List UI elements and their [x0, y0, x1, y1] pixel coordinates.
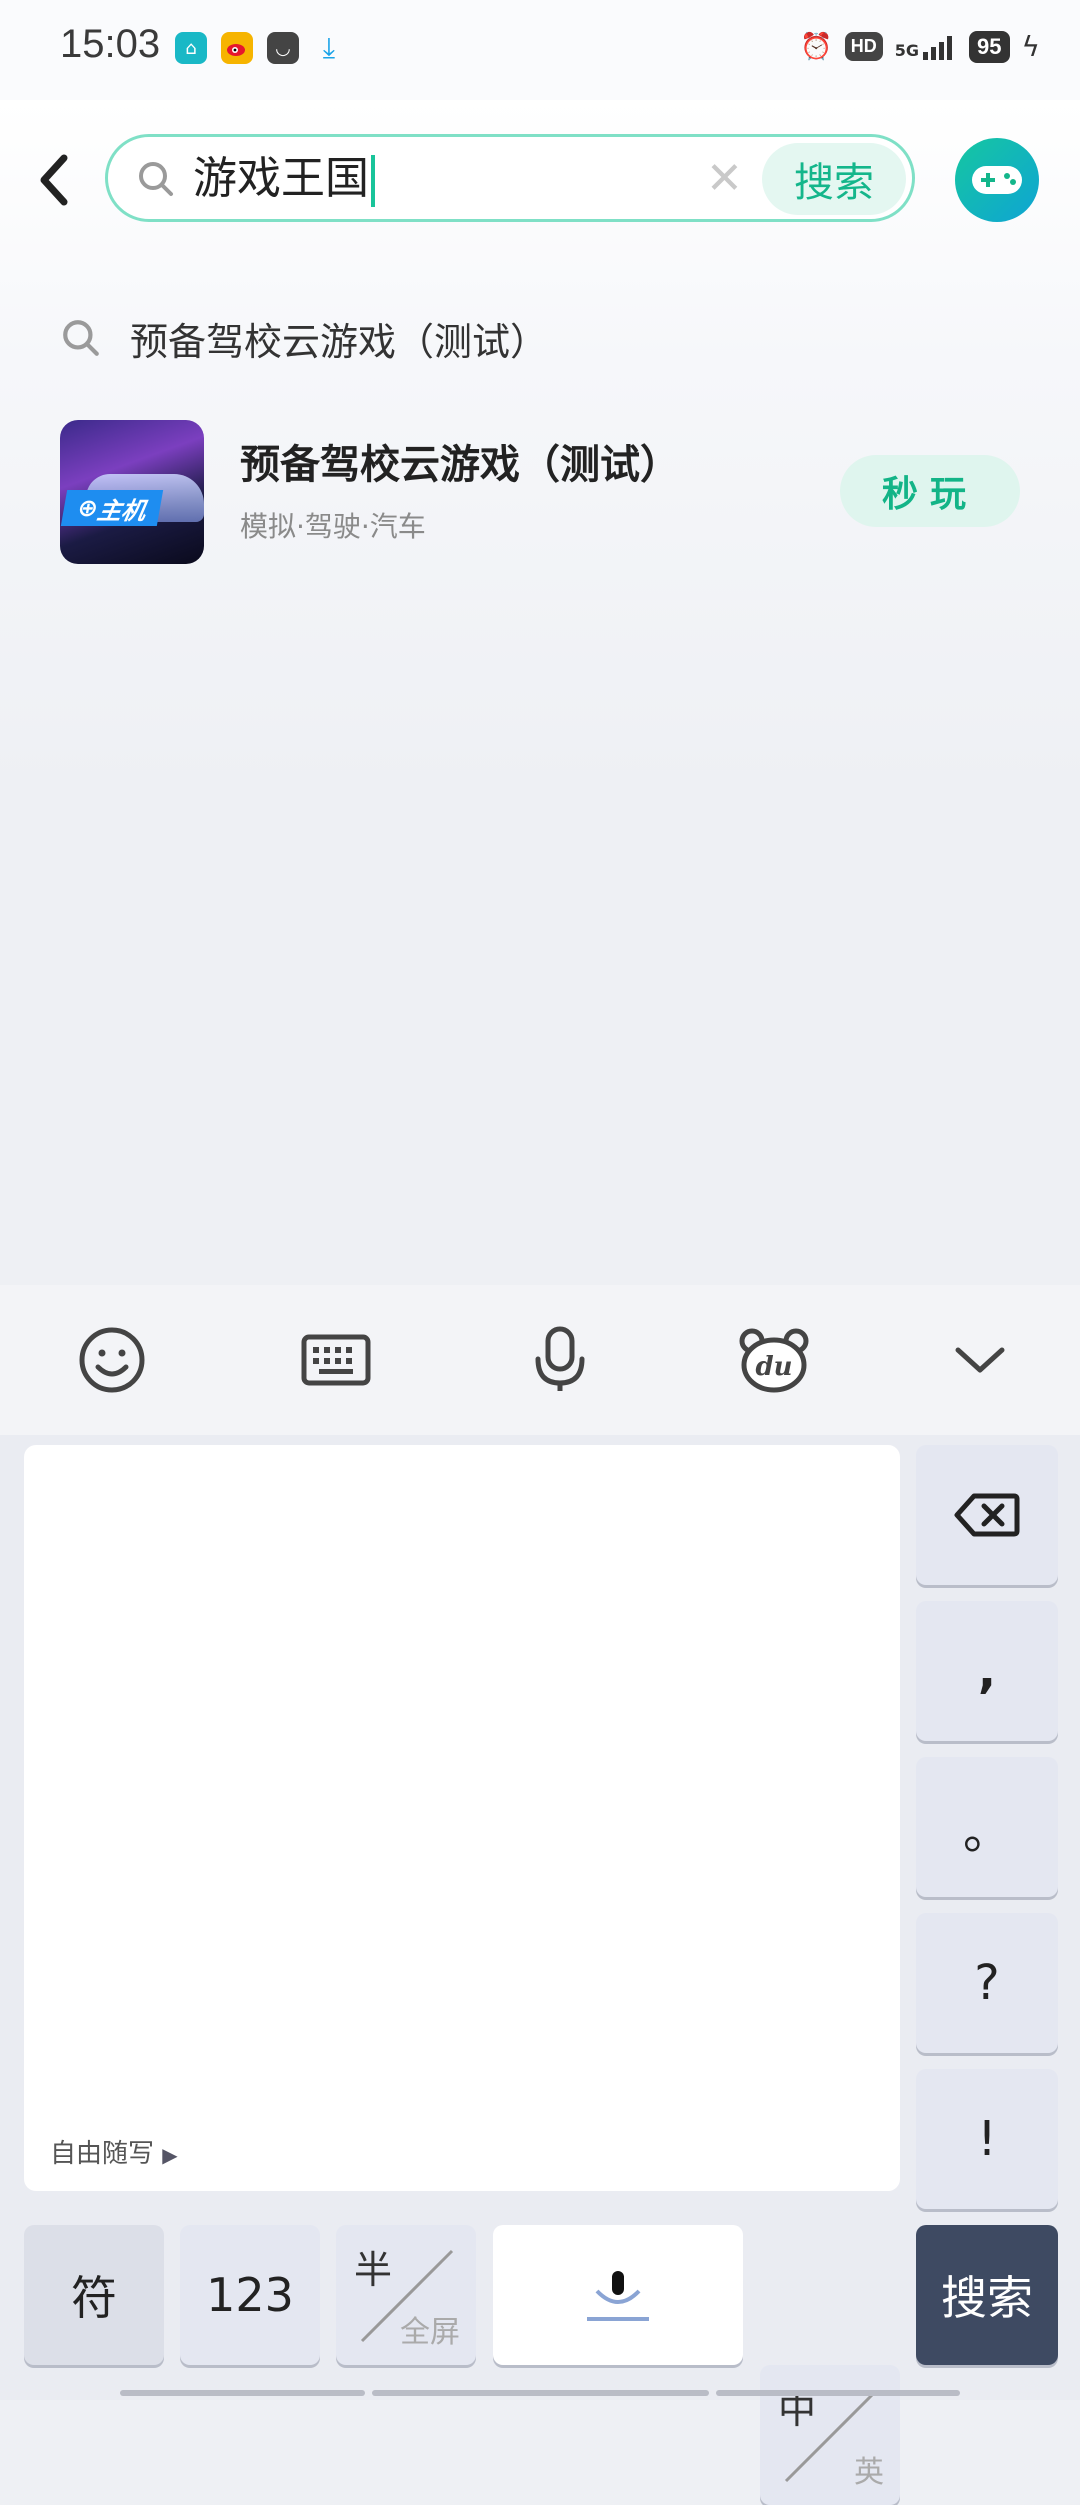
clear-icon[interactable]: ✕ [706, 151, 743, 207]
suggestion-text: 预备驾校云游戏（测试） [130, 319, 549, 364]
space-key[interactable] [493, 2225, 743, 2365]
search-bar[interactable]: 游戏王国 ✕ 搜索 [105, 134, 915, 222]
keyboard-toolbar: du [0, 1285, 1080, 1435]
charging-icon: ϟ [1021, 30, 1040, 63]
collapse-chevron-icon[interactable] [940, 1320, 1020, 1400]
alarm-icon: ⏰ [800, 31, 833, 62]
search-input[interactable]: 游戏王国 [193, 151, 375, 207]
status-time: 15:03 [60, 22, 161, 66]
du-bear-icon[interactable]: du [734, 1320, 814, 1400]
exclamation-key[interactable]: ! [916, 2069, 1058, 2209]
svg-text:du: du [755, 1352, 792, 1382]
game-tags: 模拟·驾驶·汽车 [240, 510, 426, 543]
free-write-hint[interactable]: 自由随写 ▶ [50, 2133, 178, 2170]
gesture-bar-segment [716, 2390, 960, 2396]
system-icons: ⏰ HD 5G 95 ϟ [800, 30, 1040, 63]
half-full-width-key[interactable]: 半 全屏 [336, 2225, 476, 2365]
back-arrow-icon [40, 154, 68, 206]
bag-icon: ◡ [267, 32, 299, 64]
console-badge: ⊕ 主机 [60, 490, 164, 526]
emoji-icon[interactable] [72, 1320, 152, 1400]
gesture-bar [0, 2390, 1080, 2400]
comma-key[interactable]: , [916, 1601, 1058, 1741]
gamepad-icon [972, 166, 1022, 194]
period-key[interactable]: 。 [916, 1757, 1058, 1897]
game-center-button[interactable] [955, 138, 1039, 222]
game-title[interactable]: 预备驾校云游戏（测试） [240, 432, 680, 490]
download-icon: ⤓ [322, 31, 336, 64]
weibo-icon [221, 32, 253, 64]
status-bar: 15:03 ⌂ ◡ ⤓ ⏰ HD 5G 95 ϟ [0, 0, 1080, 100]
search-key[interactable]: 搜索 [916, 2225, 1058, 2365]
page-background [0, 100, 1080, 1285]
search-icon [139, 162, 173, 196]
backspace-key[interactable] [916, 1445, 1058, 1585]
battery-icon: 95 [969, 30, 1010, 63]
home-app-icon: ⌂ [175, 32, 207, 64]
gesture-bar-segment [120, 2390, 365, 2396]
play-triangle-icon: ▶ [162, 2143, 178, 2167]
keyboard-icon[interactable] [296, 1320, 376, 1400]
hd-icon: HD [844, 32, 883, 61]
search-button[interactable]: 搜索 [762, 143, 906, 215]
handwriting-pad[interactable]: 自由随写 ▶ [24, 1445, 900, 2191]
signal-5g-icon: 5G [895, 34, 957, 60]
back-button[interactable] [34, 150, 74, 210]
backspace-icon [954, 1493, 1020, 1537]
game-thumbnail[interactable]: ⊕ 主机 [60, 420, 204, 564]
language-switch-key[interactable]: 中 英 [760, 2365, 900, 2505]
notification-icons: ⌂ ◡ ⤓ [175, 31, 345, 64]
search-icon [63, 320, 99, 356]
question-key[interactable]: ? [916, 1913, 1058, 2053]
input-method-keyboard: du 自由随写 ▶ , 。 ? ! 符 123 半 全屏 中 英 搜索 [0, 1285, 1080, 2505]
number-key[interactable]: 123 [180, 2225, 320, 2365]
instant-play-button[interactable]: 秒玩 [840, 455, 1020, 527]
symbol-key[interactable]: 符 [24, 2225, 164, 2365]
text-caret [371, 155, 375, 207]
search-suggestion[interactable]: 预备驾校云游戏（测试） [60, 308, 548, 368]
gesture-bar-segment [372, 2390, 709, 2396]
microphone-icon[interactable] [520, 1320, 600, 1400]
voice-space-icon [587, 2271, 649, 2321]
